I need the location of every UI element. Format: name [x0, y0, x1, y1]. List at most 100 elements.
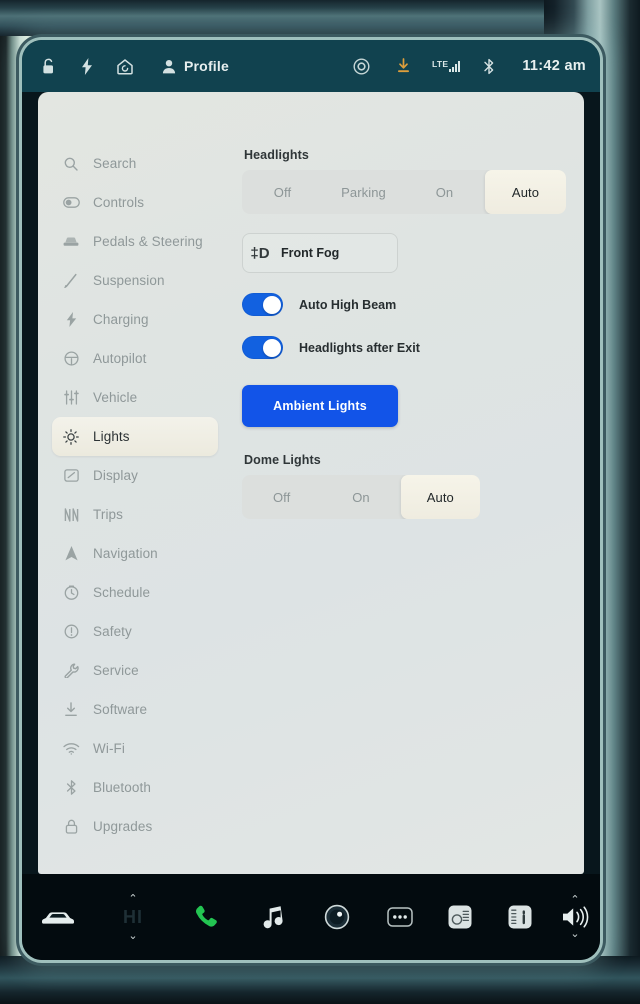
auto-high-beam-row[interactable]: Auto High Beam: [242, 293, 584, 316]
headlights-option-off[interactable]: Off: [242, 170, 323, 214]
sidebar-item-suspension[interactable]: Suspension: [52, 261, 218, 300]
sidebar-item-service[interactable]: Service: [52, 651, 218, 690]
ambient-lights-label: Ambient Lights: [273, 399, 367, 413]
headlights-option-parking[interactable]: Parking: [323, 170, 404, 214]
sidebar-label: Pedals & Steering: [93, 234, 203, 249]
driver-temperature-control[interactable]: ⌃ HI ⌄: [94, 893, 172, 941]
right-seat-heater-button[interactable]: [490, 904, 550, 930]
sidebar-item-schedule[interactable]: Schedule: [52, 573, 218, 612]
settings-panel: Search Controls Pedals & Steering Suspen…: [38, 92, 584, 874]
front-fog-button[interactable]: ‡D Front Fog: [242, 233, 398, 273]
dashcam-button[interactable]: [304, 904, 370, 930]
status-bar: Profile LTE 11:42 am: [22, 40, 600, 92]
sidebar-item-pedals-steering[interactable]: Pedals & Steering: [52, 222, 218, 261]
lights-settings-content: Headlights Off Parking On Auto ‡D Front …: [224, 92, 584, 874]
temp-down-chevron[interactable]: ⌄: [128, 930, 137, 941]
profile-label: Profile: [184, 58, 229, 74]
volume-up-chevron[interactable]: ⌃: [570, 895, 579, 906]
sentry-circle-icon[interactable]: [348, 55, 374, 77]
sidebar-label: Bluetooth: [93, 780, 151, 795]
download-icon[interactable]: [390, 55, 416, 77]
sliders-icon: [60, 390, 82, 405]
sidebar-label: Controls: [93, 195, 145, 210]
media-button[interactable]: [240, 905, 304, 929]
sidebar-item-wifi[interactable]: Wi-Fi: [52, 729, 218, 768]
sidebar-item-display[interactable]: Display: [52, 456, 218, 495]
steering-wheel-icon: [60, 351, 82, 366]
dome-lights-heading: Dome Lights: [244, 453, 321, 467]
unlock-icon[interactable]: [36, 55, 62, 77]
trips-icon: [60, 507, 82, 522]
dome-lights-option-auto[interactable]: Auto: [400, 475, 480, 519]
charge-bolt-icon[interactable]: [74, 55, 100, 77]
sidebar-item-lights[interactable]: Lights: [52, 417, 218, 456]
car-button[interactable]: [22, 908, 94, 926]
download-icon: [60, 702, 82, 717]
bluetooth-icon[interactable]: [476, 55, 502, 77]
sidebar-label: Search: [93, 156, 137, 171]
headlights-option-auto[interactable]: Auto: [485, 170, 566, 214]
person-icon: [160, 55, 177, 77]
phone-button[interactable]: [172, 904, 240, 930]
clock-icon: [60, 585, 82, 600]
photo-frame: Profile LTE 11:42 am Search Controls Ped…: [0, 0, 640, 1004]
sidebar-label: Software: [93, 702, 148, 717]
bottom-dock: ⌃ HI ⌄ ⌃ ⌄: [22, 874, 600, 960]
sidebar-item-software[interactable]: Software: [52, 690, 218, 729]
auto-high-beam-toggle[interactable]: [242, 293, 283, 316]
tesla-touchscreen: Profile LTE 11:42 am Search Controls Ped…: [22, 40, 600, 960]
headlights-segmented-control[interactable]: Off Parking On Auto: [242, 170, 566, 214]
left-seat-heater-button[interactable]: [430, 904, 490, 930]
sidebar-item-search[interactable]: Search: [52, 144, 218, 183]
sidebar-item-vehicle[interactable]: Vehicle: [52, 378, 218, 417]
sidebar-item-safety[interactable]: Safety: [52, 612, 218, 651]
ambient-lights-button[interactable]: Ambient Lights: [242, 385, 398, 427]
sidebar-label: Trips: [93, 507, 123, 522]
car-seat-icon: [60, 236, 82, 247]
volume-down-chevron[interactable]: ⌄: [570, 929, 579, 940]
network-label: LTE: [432, 58, 449, 69]
sidebar-label: Safety: [93, 624, 132, 639]
sidebar-label: Wi-Fi: [93, 741, 125, 756]
headlights-after-exit-row[interactable]: Headlights after Exit: [242, 336, 584, 359]
sidebar-label: Charging: [93, 312, 149, 327]
profile-button[interactable]: Profile: [160, 55, 229, 77]
sidebar-label: Suspension: [93, 273, 165, 288]
more-apps-button[interactable]: [370, 907, 430, 927]
bluetooth-icon: [60, 780, 82, 795]
dome-lights-option-on[interactable]: On: [321, 475, 400, 519]
home-icon[interactable]: [112, 55, 138, 77]
headlights-after-exit-label: Headlights after Exit: [299, 340, 420, 355]
front-fog-label: Front Fog: [281, 246, 340, 260]
headlights-heading: Headlights: [244, 148, 309, 162]
search-icon: [60, 157, 82, 171]
sidebar-label: Navigation: [93, 546, 158, 561]
alert-circle-icon: [60, 624, 82, 639]
controls-icon: [60, 197, 82, 208]
bolt-icon: [60, 312, 82, 327]
sidebar-item-navigation[interactable]: Navigation: [52, 534, 218, 573]
dash-bottom-trim: [0, 956, 640, 1004]
sidebar-label: Upgrades: [93, 819, 153, 834]
sidebar-item-controls[interactable]: Controls: [52, 183, 218, 222]
dome-lights-option-off[interactable]: Off: [242, 475, 321, 519]
volume-icon[interactable]: [560, 905, 590, 929]
sidebar-label: Display: [93, 468, 138, 483]
dome-lights-segmented-control[interactable]: Off On Auto: [242, 475, 480, 519]
clock: 11:42 am: [522, 58, 586, 74]
suspension-icon: [60, 273, 82, 288]
sidebar-item-autopilot[interactable]: Autopilot: [52, 339, 218, 378]
volume-control[interactable]: ⌃ ⌄: [550, 895, 600, 940]
sidebar-item-upgrades[interactable]: Upgrades: [52, 807, 218, 846]
status-right-group: LTE 11:42 am: [332, 55, 586, 77]
temp-up-chevron[interactable]: ⌃: [128, 893, 137, 904]
sidebar-item-charging[interactable]: Charging: [52, 300, 218, 339]
signal-bars-icon: [449, 60, 461, 72]
sidebar-item-trips[interactable]: Trips: [52, 495, 218, 534]
headlights-option-on[interactable]: On: [404, 170, 485, 214]
auto-high-beam-label: Auto High Beam: [299, 297, 397, 312]
sidebar-item-bluetooth[interactable]: Bluetooth: [52, 768, 218, 807]
settings-sidebar: Search Controls Pedals & Steering Suspen…: [38, 92, 224, 874]
temp-value: HI: [123, 906, 143, 927]
headlights-after-exit-toggle[interactable]: [242, 336, 283, 359]
